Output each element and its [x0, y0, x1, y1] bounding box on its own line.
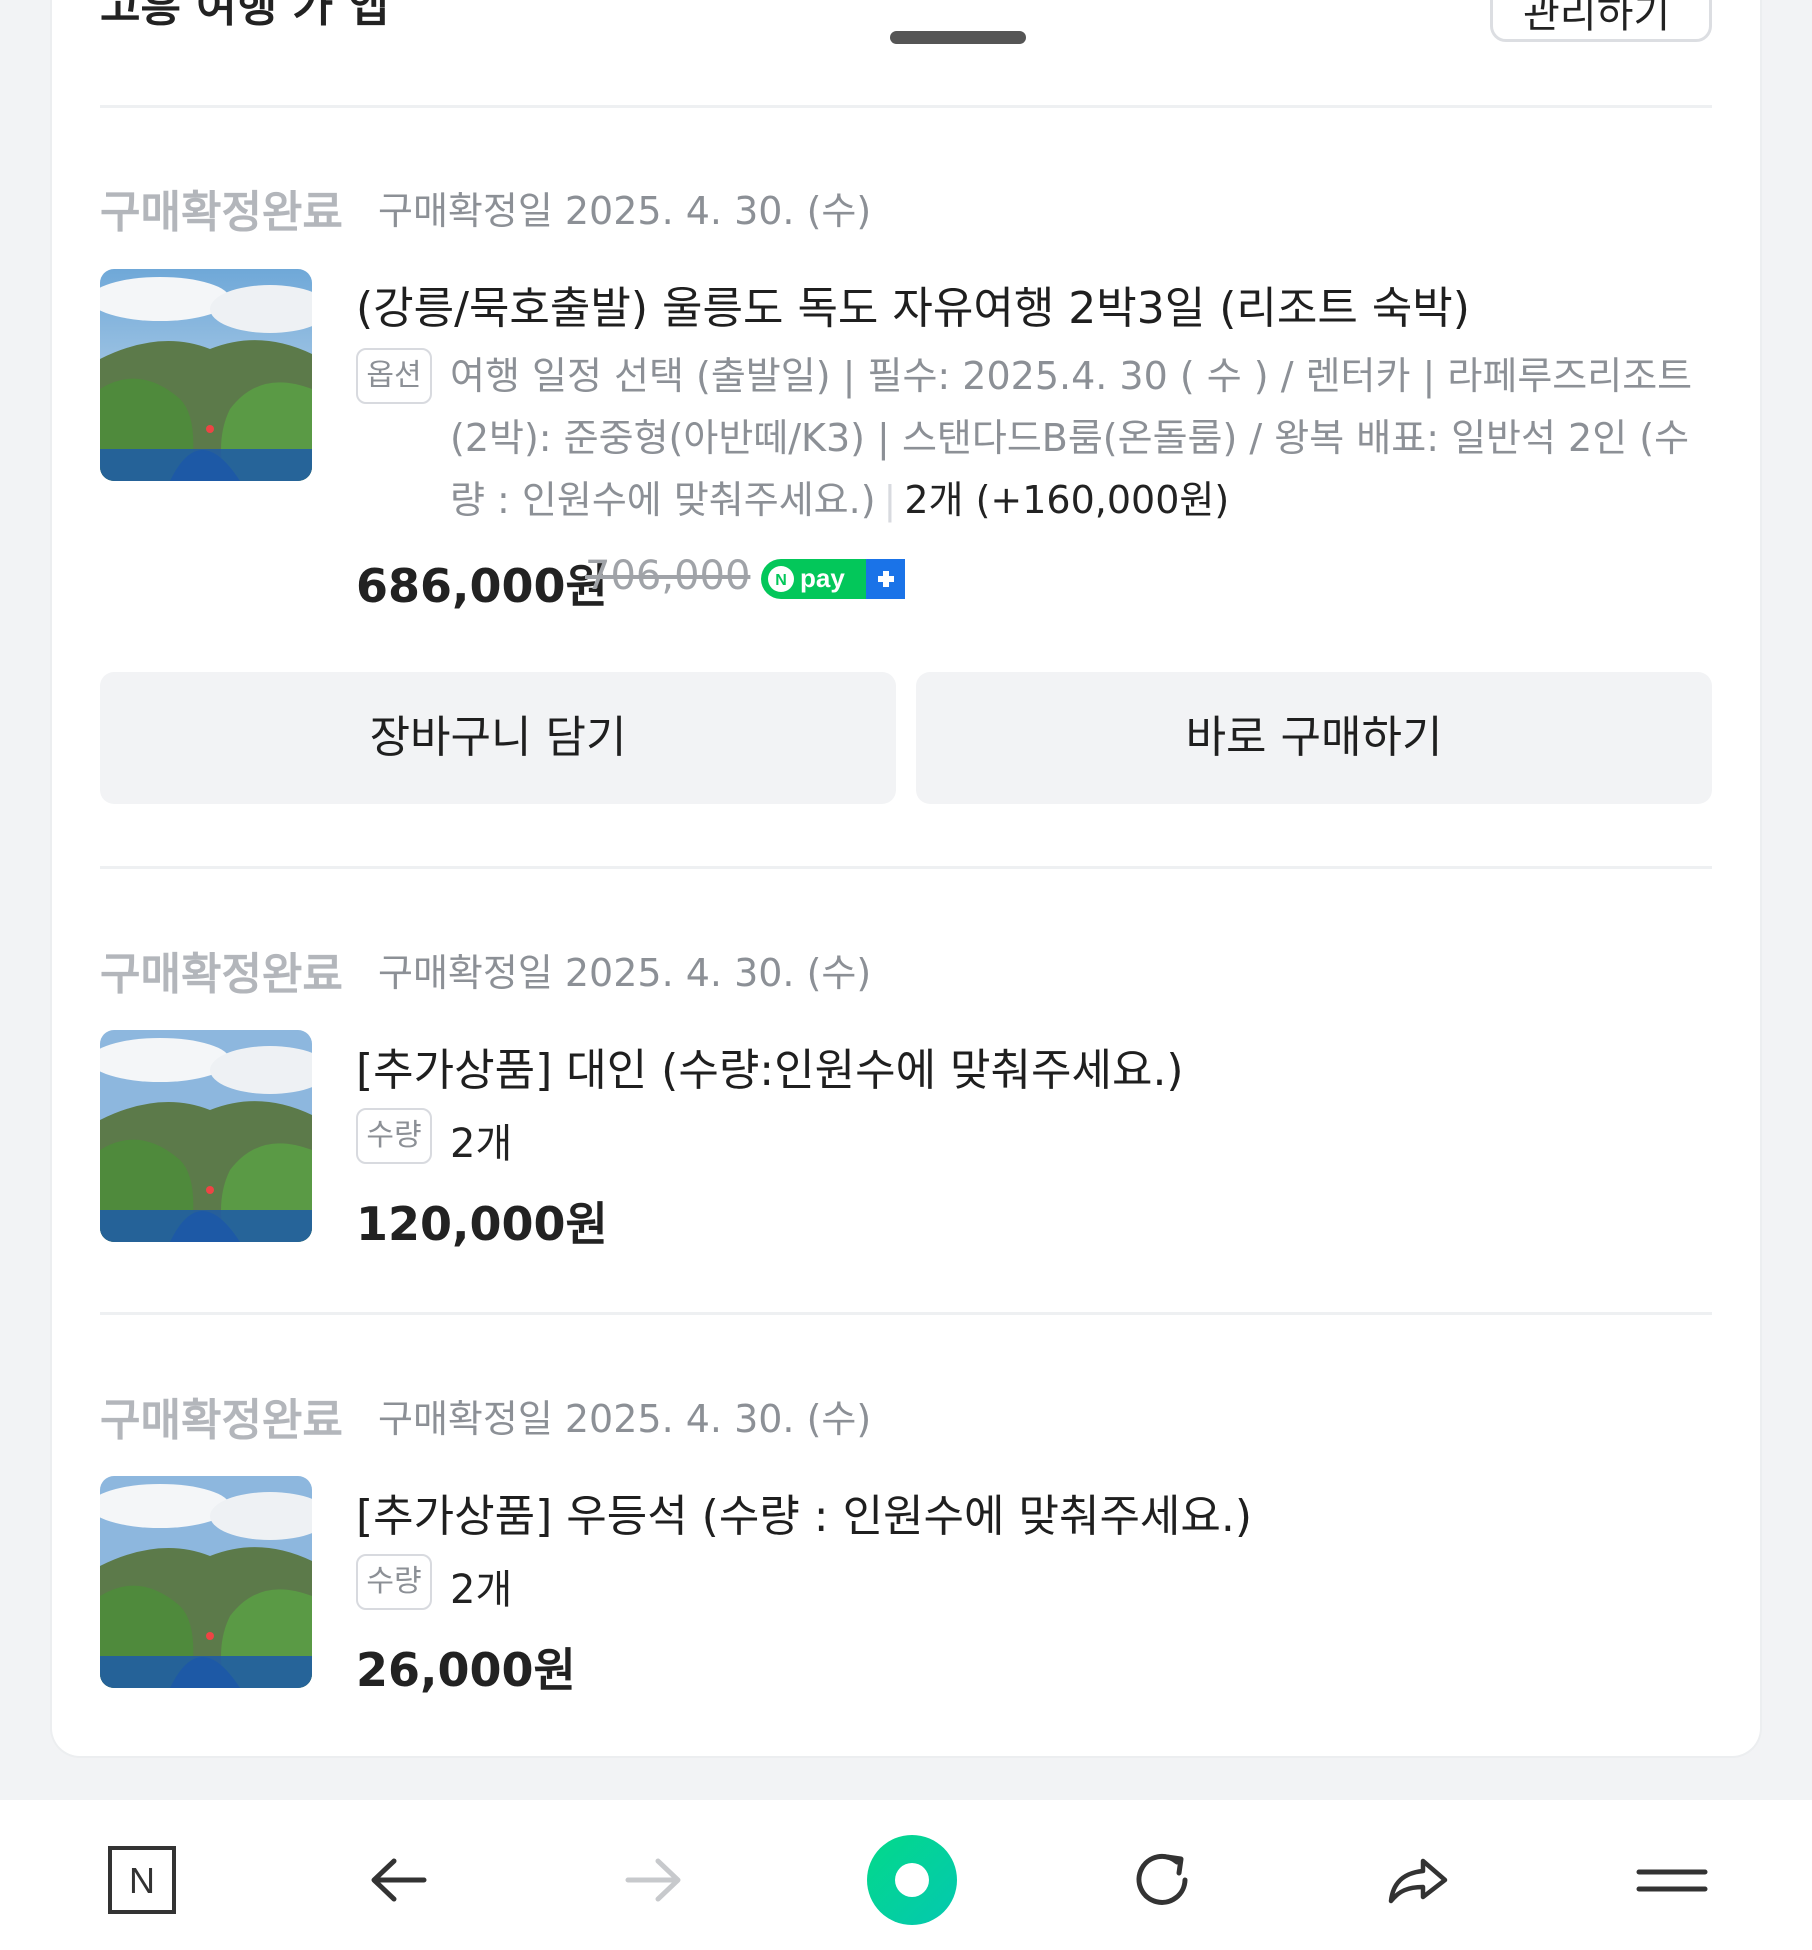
- confirm-date: 구매확정일 2025. 4. 30. (수): [378, 189, 872, 233]
- option-details: 여행 일정 선택 (출발일) | 필수: 2025.4. 30 ( 수 ) / …: [450, 354, 1693, 522]
- menu-icon[interactable]: [1627, 1835, 1717, 1925]
- product-title[interactable]: [추가상품] 우등석 (수량 : 인원수에 맞춰주세요.): [356, 1480, 1252, 1544]
- svg-text:N: N: [129, 1860, 155, 1901]
- bottom-navigation-bar: N: [0, 1800, 1812, 1950]
- svg-text:N: N: [775, 572, 787, 589]
- product-thumbnail[interactable]: [100, 269, 312, 481]
- manage-button[interactable]: 관리하기: [1490, 0, 1712, 42]
- divider: [100, 1312, 1712, 1315]
- product-quantity: 2개: [450, 1567, 513, 1613]
- product-price: 26,000원: [356, 1643, 576, 1697]
- option-tag: 옵션: [356, 348, 432, 404]
- buy-now-button[interactable]: 바로 구매하기: [916, 672, 1712, 804]
- share-icon[interactable]: [1373, 1835, 1463, 1925]
- forward-arrow-icon[interactable]: [608, 1835, 698, 1925]
- product-price: 686,000원: [356, 559, 608, 613]
- confirm-date: 구매확정일 2025. 4. 30. (수): [378, 1397, 872, 1441]
- product-quantity: 2개: [450, 1121, 513, 1167]
- section-title: 고흥 여행 가 앱: [100, 0, 389, 32]
- product-price: 120,000원: [356, 1197, 608, 1251]
- back-arrow-icon[interactable]: [354, 1835, 444, 1925]
- svg-text:pay: pay: [800, 563, 845, 593]
- order-status: 구매확정완료: [100, 949, 343, 1000]
- product-title[interactable]: (강릉/묵호출발) 울릉도 독도 자유여행 2박3일 (리조트 숙박): [356, 272, 1470, 336]
- product-title[interactable]: [추가상품] 대인 (수량:인원수에 맞춰주세요.): [356, 1034, 1184, 1098]
- order-status: 구매확정완료: [100, 187, 343, 238]
- quantity-tag: 수량: [356, 1108, 432, 1164]
- green-dot-icon[interactable]: [862, 1830, 962, 1930]
- confirm-date: 구매확정일 2025. 4. 30. (수): [378, 951, 872, 995]
- divider: [100, 866, 1712, 869]
- divider: [100, 105, 1712, 108]
- order-status: 구매확정완료: [100, 1395, 343, 1446]
- original-price: 706,000: [585, 553, 751, 599]
- drag-handle[interactable]: [890, 31, 1026, 44]
- option-quantity: 2개 (+160,000원): [904, 478, 1230, 522]
- refresh-icon[interactable]: [1117, 1835, 1207, 1925]
- quantity-tag: 수량: [356, 1554, 432, 1610]
- product-thumbnail[interactable]: [100, 1476, 312, 1688]
- naver-home-icon[interactable]: N: [97, 1835, 187, 1925]
- npay-plus-badge: N pay: [760, 558, 906, 604]
- add-to-cart-button[interactable]: 장바구니 담기: [100, 672, 896, 804]
- product-thumbnail[interactable]: [100, 1030, 312, 1242]
